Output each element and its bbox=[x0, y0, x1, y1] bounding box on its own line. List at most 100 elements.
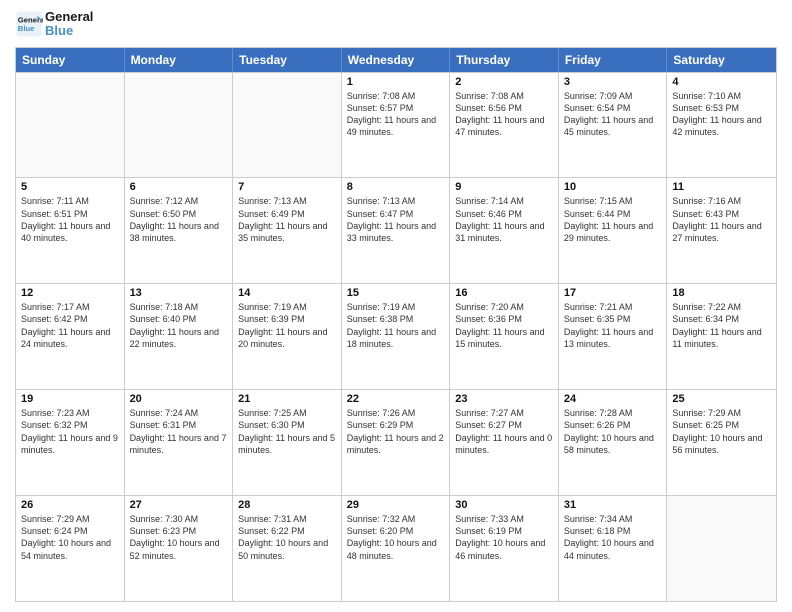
svg-text:Blue: Blue bbox=[18, 24, 35, 33]
day-21: 21Sunrise: 7:25 AMSunset: 6:30 PMDayligh… bbox=[233, 390, 342, 495]
day-number: 15 bbox=[347, 287, 445, 299]
day-number: 2 bbox=[455, 76, 553, 88]
cell-info: Sunrise: 7:21 AMSunset: 6:35 PMDaylight:… bbox=[564, 301, 662, 350]
cell-info: Sunrise: 7:25 AMSunset: 6:30 PMDaylight:… bbox=[238, 407, 336, 456]
day-5: 5 Sunrise: 7:11 AMSunset: 6:51 PMDaylight… bbox=[16, 178, 125, 283]
day-28: 28Sunrise: 7:31 AMSunset: 6:22 PMDayligh… bbox=[233, 496, 342, 601]
day-8: 8 Sunrise: 7:13 AMSunset: 6:47 PMDaylight… bbox=[342, 178, 451, 283]
day-25: 25 Sunrise: 7:29 AMSunset: 6:25 PMDayligh… bbox=[667, 390, 776, 495]
day-number: 28 bbox=[238, 499, 336, 511]
day-number: 31 bbox=[564, 499, 662, 511]
calendar-header: SundayMondayTuesdayWednesdayThursdayFrid… bbox=[16, 48, 776, 72]
week-row-1: 5 Sunrise: 7:11 AMSunset: 6:51 PMDaylight… bbox=[16, 177, 776, 283]
cell-info: Sunrise: 7:27 AMSunset: 6:27 PMDaylight:… bbox=[455, 407, 553, 456]
cell-info: Sunrise: 7:14 AMSunset: 6:46 PMDaylight:… bbox=[455, 195, 553, 244]
day-3: 3 Sunrise: 7:09 AMSunset: 6:54 PMDaylight… bbox=[559, 73, 668, 178]
cell-info: Sunrise: 7:19 AMSunset: 6:38 PMDaylight:… bbox=[347, 301, 445, 350]
logo-general: General bbox=[45, 10, 93, 24]
day-number: 13 bbox=[130, 287, 228, 299]
day-number: 8 bbox=[347, 181, 445, 193]
day-number: 22 bbox=[347, 393, 445, 405]
logo-icon: General Blue bbox=[15, 10, 43, 38]
day-27: 27 Sunrise: 7:30 AMSunset: 6:23 PMDayligh… bbox=[125, 496, 234, 601]
header-sunday: Sunday bbox=[16, 48, 125, 72]
day-number: 17 bbox=[564, 287, 662, 299]
day-22: 22Sunrise: 7:26 AMSunset: 6:29 PMDayligh… bbox=[342, 390, 451, 495]
day-19: 19 Sunrise: 7:23 AMSunset: 6:32 PMDayligh… bbox=[16, 390, 125, 495]
day-18: 18 Sunrise: 7:22 AMSunset: 6:34 PMDayligh… bbox=[667, 284, 776, 389]
day-9: 9 Sunrise: 7:14 AMSunset: 6:46 PMDaylight… bbox=[450, 178, 559, 283]
day-number: 25 bbox=[672, 393, 771, 405]
day-number: 10 bbox=[564, 181, 662, 193]
header-friday: Friday bbox=[559, 48, 668, 72]
day-number: 6 bbox=[130, 181, 228, 193]
cell-info: Sunrise: 7:22 AMSunset: 6:34 PMDaylight:… bbox=[672, 301, 771, 350]
empty-cell bbox=[233, 73, 342, 178]
day-number: 30 bbox=[455, 499, 553, 511]
day-23: 23Sunrise: 7:27 AMSunset: 6:27 PMDayligh… bbox=[450, 390, 559, 495]
day-number: 24 bbox=[564, 393, 662, 405]
header: General Blue General Blue bbox=[15, 10, 777, 39]
day-2: 2 Sunrise: 7:08 AMSunset: 6:56 PMDaylight… bbox=[450, 73, 559, 178]
logo: General Blue General Blue bbox=[15, 10, 93, 39]
cell-info: Sunrise: 7:20 AMSunset: 6:36 PMDaylight:… bbox=[455, 301, 553, 350]
cell-info: Sunrise: 7:08 AMSunset: 6:57 PMDaylight:… bbox=[347, 90, 445, 139]
cell-info: Sunrise: 7:30 AMSunset: 6:23 PMDaylight:… bbox=[130, 513, 228, 562]
day-31: 31 Sunrise: 7:34 AMSunset: 6:18 PMDayligh… bbox=[559, 496, 668, 601]
day-number: 19 bbox=[21, 393, 119, 405]
header-tuesday: Tuesday bbox=[233, 48, 342, 72]
cell-info: Sunrise: 7:16 AMSunset: 6:43 PMDaylight:… bbox=[672, 195, 771, 244]
day-number: 9 bbox=[455, 181, 553, 193]
day-14: 14 Sunrise: 7:19 AMSunset: 6:39 PMDayligh… bbox=[233, 284, 342, 389]
cell-info: Sunrise: 7:11 AMSunset: 6:51 PMDaylight:… bbox=[21, 195, 119, 244]
cell-info: Sunrise: 7:09 AMSunset: 6:54 PMDaylight:… bbox=[564, 90, 662, 139]
day-7: 7 Sunrise: 7:13 AMSunset: 6:49 PMDaylight… bbox=[233, 178, 342, 283]
header-wednesday: Wednesday bbox=[342, 48, 451, 72]
svg-text:General: General bbox=[18, 16, 43, 25]
day-24: 24 Sunrise: 7:28 AMSunset: 6:26 PMDayligh… bbox=[559, 390, 668, 495]
day-number: 3 bbox=[564, 76, 662, 88]
day-number: 20 bbox=[130, 393, 228, 405]
cell-info: Sunrise: 7:23 AMSunset: 6:32 PMDaylight:… bbox=[21, 407, 119, 456]
logo-blue: Blue bbox=[45, 24, 93, 38]
cell-info: Sunrise: 7:29 AMSunset: 6:24 PMDaylight:… bbox=[21, 513, 119, 562]
day-11: 11 Sunrise: 7:16 AMSunset: 6:43 PMDayligh… bbox=[667, 178, 776, 283]
day-number: 14 bbox=[238, 287, 336, 299]
cell-info: Sunrise: 7:32 AMSunset: 6:20 PMDaylight:… bbox=[347, 513, 445, 562]
cell-info: Sunrise: 7:24 AMSunset: 6:31 PMDaylight:… bbox=[130, 407, 228, 456]
day-number: 27 bbox=[130, 499, 228, 511]
day-20: 20 Sunrise: 7:24 AMSunset: 6:31 PMDayligh… bbox=[125, 390, 234, 495]
cell-info: Sunrise: 7:10 AMSunset: 6:53 PMDaylight:… bbox=[672, 90, 771, 139]
empty-cell bbox=[667, 496, 776, 601]
empty-cell bbox=[125, 73, 234, 178]
day-1: 1 Sunrise: 7:08 AMSunset: 6:57 PMDaylight… bbox=[342, 73, 451, 178]
day-number: 5 bbox=[21, 181, 119, 193]
day-10: 10Sunrise: 7:15 AMSunset: 6:44 PMDayligh… bbox=[559, 178, 668, 283]
day-29: 29 Sunrise: 7:32 AMSunset: 6:20 PMDayligh… bbox=[342, 496, 451, 601]
day-number: 26 bbox=[21, 499, 119, 511]
cell-info: Sunrise: 7:08 AMSunset: 6:56 PMDaylight:… bbox=[455, 90, 553, 139]
day-number: 1 bbox=[347, 76, 445, 88]
day-15: 15 Sunrise: 7:19 AMSunset: 6:38 PMDayligh… bbox=[342, 284, 451, 389]
day-number: 11 bbox=[672, 181, 771, 193]
day-number: 29 bbox=[347, 499, 445, 511]
week-row-2: 12Sunrise: 7:17 AMSunset: 6:42 PMDayligh… bbox=[16, 283, 776, 389]
cell-info: Sunrise: 7:19 AMSunset: 6:39 PMDaylight:… bbox=[238, 301, 336, 350]
cell-info: Sunrise: 7:29 AMSunset: 6:25 PMDaylight:… bbox=[672, 407, 771, 456]
day-number: 7 bbox=[238, 181, 336, 193]
cell-info: Sunrise: 7:12 AMSunset: 6:50 PMDaylight:… bbox=[130, 195, 228, 244]
day-26: 26 Sunrise: 7:29 AMSunset: 6:24 PMDayligh… bbox=[16, 496, 125, 601]
day-number: 18 bbox=[672, 287, 771, 299]
header-monday: Monday bbox=[125, 48, 234, 72]
cell-info: Sunrise: 7:28 AMSunset: 6:26 PMDaylight:… bbox=[564, 407, 662, 456]
cell-info: Sunrise: 7:33 AMSunset: 6:19 PMDaylight:… bbox=[455, 513, 553, 562]
cell-info: Sunrise: 7:13 AMSunset: 6:49 PMDaylight:… bbox=[238, 195, 336, 244]
cell-info: Sunrise: 7:13 AMSunset: 6:47 PMDaylight:… bbox=[347, 195, 445, 244]
day-13: 13Sunrise: 7:18 AMSunset: 6:40 PMDayligh… bbox=[125, 284, 234, 389]
day-number: 4 bbox=[672, 76, 771, 88]
day-4: 4 Sunrise: 7:10 AMSunset: 6:53 PMDaylight… bbox=[667, 73, 776, 178]
cell-info: Sunrise: 7:34 AMSunset: 6:18 PMDaylight:… bbox=[564, 513, 662, 562]
day-number: 12 bbox=[21, 287, 119, 299]
header-saturday: Saturday bbox=[667, 48, 776, 72]
day-12: 12Sunrise: 7:17 AMSunset: 6:42 PMDayligh… bbox=[16, 284, 125, 389]
